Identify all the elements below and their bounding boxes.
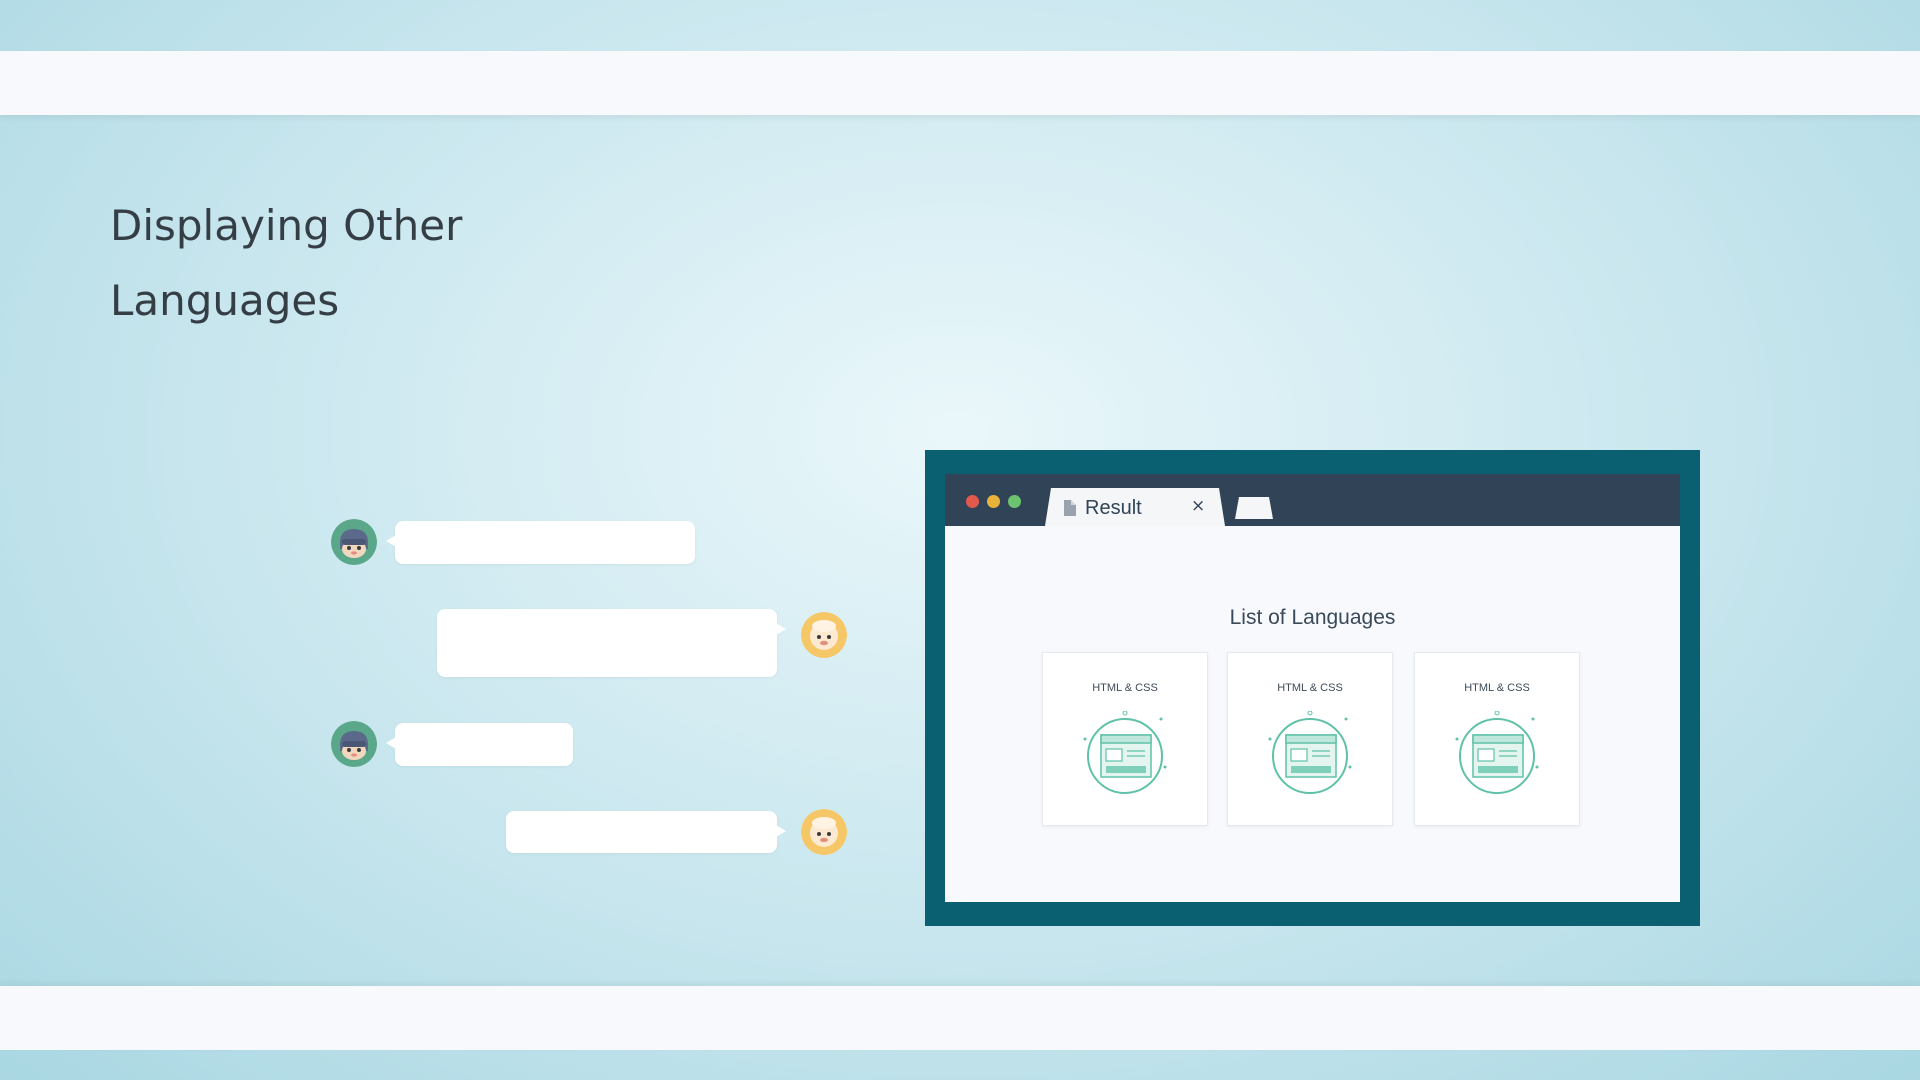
webpage-illustration-icon <box>1083 711 1167 794</box>
webpage-illustration-icon <box>1455 711 1539 794</box>
tab-label: Result <box>1085 497 1142 519</box>
bottom-band <box>0 986 1920 1050</box>
card-label: HTML & CSS <box>1464 682 1530 694</box>
page-heading: List of Languages <box>1229 606 1396 629</box>
card-label: HTML & CSS <box>1277 682 1343 694</box>
webpage-illustration-icon <box>1268 711 1352 794</box>
tab-result[interactable]: Result × <box>1045 488 1225 526</box>
chat-bubble <box>386 723 573 766</box>
sheep-avatar-icon <box>801 809 847 855</box>
new-tab-button[interactable] <box>1235 497 1273 519</box>
language-card[interactable]: HTML & CSS <box>1414 652 1580 826</box>
chat-bubble <box>437 609 786 677</box>
sheep-avatar-icon <box>801 612 847 658</box>
file-icon <box>1064 500 1076 516</box>
chat-bubble <box>386 521 695 564</box>
sheep-avatar <box>801 612 847 658</box>
browser-window: Result × List of Languages HTML & CSS HT… <box>925 450 1700 926</box>
sheep-avatar <box>801 809 847 855</box>
minimize-window-dot[interactable] <box>987 495 1000 508</box>
ninja-avatar-icon <box>331 721 377 767</box>
language-card[interactable]: HTML & CSS <box>1042 652 1208 826</box>
language-card[interactable]: HTML & CSS <box>1227 652 1393 826</box>
card-label: HTML & CSS <box>1092 682 1158 694</box>
chat-bubble <box>506 811 786 853</box>
close-tab-icon[interactable]: × <box>1191 496 1205 516</box>
top-band <box>0 51 1920 115</box>
maximize-window-dot[interactable] <box>1008 495 1021 508</box>
ninja-avatar-icon <box>331 519 377 565</box>
ninja-avatar <box>331 721 377 767</box>
ninja-avatar <box>331 519 377 565</box>
browser-viewport: List of Languages HTML & CSS HTML & CSS <box>945 526 1680 902</box>
browser-tab-bar: Result × <box>945 474 1680 526</box>
close-window-dot[interactable] <box>966 495 979 508</box>
slide-title: Displaying Other Languages <box>110 201 463 325</box>
